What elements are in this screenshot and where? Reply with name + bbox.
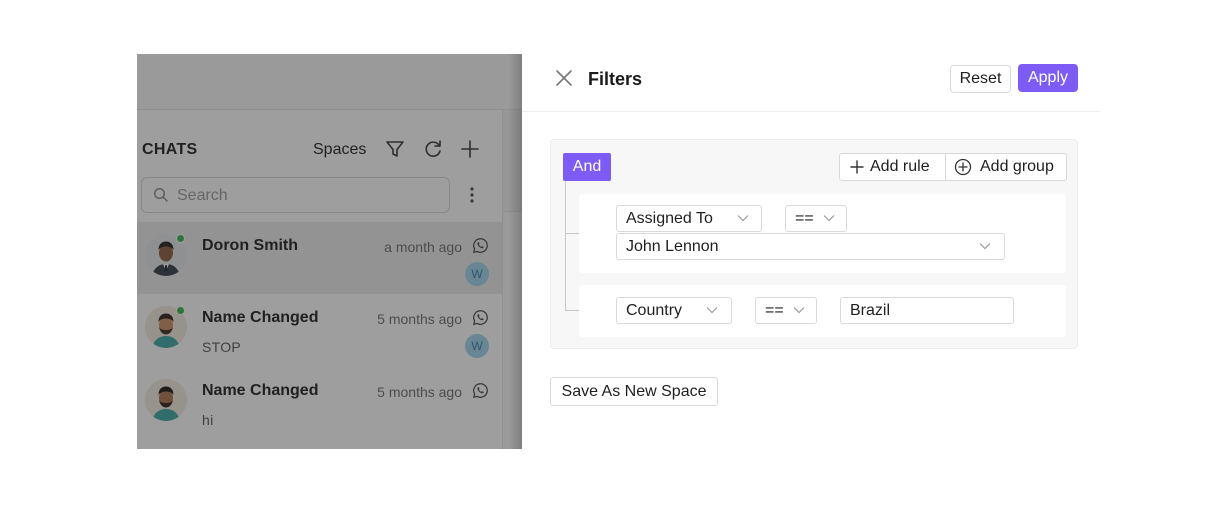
rule-row: Country == Brazil (579, 285, 1066, 337)
tree-connector (565, 233, 579, 234)
add-group-button[interactable]: Add group (946, 154, 1067, 180)
chevron-down-icon (737, 215, 749, 222)
chevron-down-icon (979, 243, 991, 250)
chevron-down-icon (823, 215, 835, 222)
operator-select[interactable]: == (785, 205, 847, 232)
value-select-value: John Lennon (626, 238, 719, 255)
tree-connector (565, 310, 579, 311)
rule-row: Assigned To == John Lennon (579, 194, 1066, 273)
field-select[interactable]: Country (616, 297, 732, 324)
close-icon[interactable] (554, 68, 574, 88)
add-rule-label: Add rule (870, 158, 930, 175)
tree-connector (565, 181, 566, 310)
chevron-down-icon (706, 307, 718, 314)
value-input[interactable]: Brazil (840, 297, 1014, 324)
field-select-value: Assigned To (626, 210, 713, 227)
operator-select-value: == (765, 302, 784, 319)
plus-icon (850, 160, 864, 174)
combinator-toggle[interactable]: And (563, 153, 611, 181)
filters-title: Filters (588, 69, 643, 89)
value-select[interactable]: John Lennon (616, 233, 1005, 260)
filters-header: Filters Reset Apply (522, 54, 1100, 112)
field-select[interactable]: Assigned To (616, 205, 762, 232)
filters-drawer: Filters Reset Apply And Add rule Add gro… (522, 54, 1100, 449)
rule-group: And Add rule Add group Assigned To == Jo… (550, 139, 1078, 349)
add-rule-button[interactable]: Add rule (840, 154, 946, 180)
save-as-new-space-button[interactable]: Save As New Space (550, 377, 718, 406)
operator-select-value: == (795, 210, 814, 227)
chevron-down-icon (793, 307, 805, 314)
add-actions: Add rule Add group (839, 153, 1067, 181)
add-group-label: Add group (980, 158, 1054, 175)
operator-select[interactable]: == (755, 297, 817, 324)
reset-button[interactable]: Reset (950, 65, 1011, 93)
circle-plus-icon (954, 158, 972, 176)
apply-button[interactable]: Apply (1018, 64, 1078, 92)
drawer-shadow (508, 54, 522, 449)
field-select-value: Country (626, 302, 683, 319)
backdrop-overlay[interactable] (137, 54, 522, 449)
